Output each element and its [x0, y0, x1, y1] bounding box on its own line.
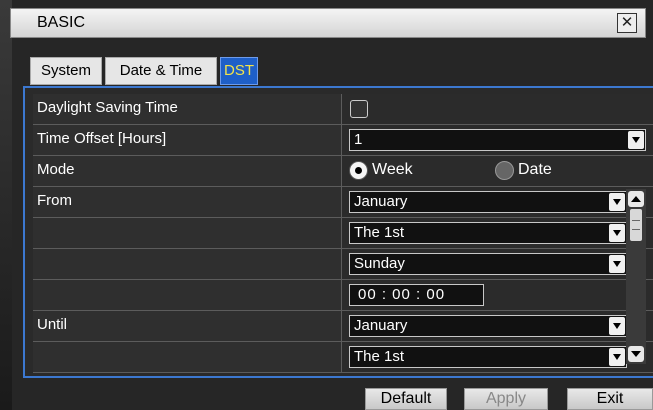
basic-settings-window: BASIC ✕ System Date & Time DST Daylight … — [0, 0, 653, 410]
from-time-input[interactable]: 00 : 00 : 00 — [349, 284, 484, 306]
mode-week-radio[interactable] — [349, 161, 368, 180]
tab-dst[interactable]: DST — [220, 57, 258, 85]
default-button[interactable]: Default — [365, 388, 447, 410]
row-from-week: The 1st — [33, 218, 653, 249]
time-offset-select[interactable]: 1 — [349, 129, 646, 151]
time-offset-value: 1 — [354, 131, 363, 148]
chevron-down-icon[interactable] — [609, 224, 625, 242]
from-month-value: January — [354, 193, 408, 210]
chevron-down-icon[interactable] — [609, 348, 625, 366]
row-from-time: 00 : 00 : 00 — [33, 280, 653, 311]
row-until-month: Until January — [33, 311, 653, 342]
chevron-down-icon[interactable] — [609, 193, 625, 211]
daylight-saving-time-label: Daylight Saving Time — [33, 94, 342, 124]
window-title: BASIC — [37, 14, 86, 31]
tab-system[interactable]: System — [30, 57, 102, 85]
title-bar: BASIC ✕ — [10, 8, 646, 38]
time-offset-label: Time Offset [Hours] — [33, 125, 342, 155]
apply-button[interactable]: Apply — [464, 388, 548, 410]
until-week-select[interactable]: The 1st — [349, 346, 627, 368]
from-day-value: Sunday — [354, 255, 405, 272]
row-daylight-saving-time: Daylight Saving Time — [33, 94, 653, 125]
row-from-month: From January — [33, 187, 653, 218]
vertical-scrollbar[interactable] — [626, 189, 646, 364]
row-until-week: The 1st — [33, 342, 653, 373]
chevron-down-icon[interactable] — [609, 255, 625, 273]
window-edge — [0, 0, 12, 410]
from-month-select[interactable]: January — [349, 191, 627, 213]
mode-date-label[interactable]: Date — [518, 159, 552, 181]
row-from-day: Sunday — [33, 249, 653, 280]
tab-date-time[interactable]: Date & Time — [105, 57, 217, 85]
scroll-up-icon[interactable] — [628, 191, 644, 207]
until-month-value: January — [354, 317, 408, 334]
exit-button[interactable]: Exit — [567, 388, 653, 410]
from-day-select[interactable]: Sunday — [349, 253, 627, 275]
dst-settings-panel: Daylight Saving Time Time Offset [Hours]… — [23, 86, 653, 378]
from-label: From — [33, 187, 342, 217]
mode-label: Mode — [33, 156, 342, 186]
scroll-down-icon[interactable] — [628, 346, 644, 362]
row-time-offset: Time Offset [Hours] 1 — [33, 125, 653, 156]
row-mode: Mode Week Date — [33, 156, 653, 187]
chevron-down-icon[interactable] — [609, 317, 625, 335]
until-week-value: The 1st — [354, 348, 405, 365]
dst-enable-checkbox[interactable] — [350, 100, 368, 118]
from-week-value: The 1st — [354, 224, 405, 241]
mode-week-label[interactable]: Week — [372, 159, 413, 181]
until-label: Until — [33, 311, 342, 341]
mode-date-radio[interactable] — [495, 161, 514, 180]
chevron-down-icon[interactable] — [628, 131, 644, 149]
until-month-select[interactable]: January — [349, 315, 627, 337]
scroll-thumb[interactable] — [630, 209, 642, 241]
from-week-select[interactable]: The 1st — [349, 222, 627, 244]
close-icon: ✕ — [620, 14, 634, 31]
close-button[interactable]: ✕ — [617, 13, 637, 33]
